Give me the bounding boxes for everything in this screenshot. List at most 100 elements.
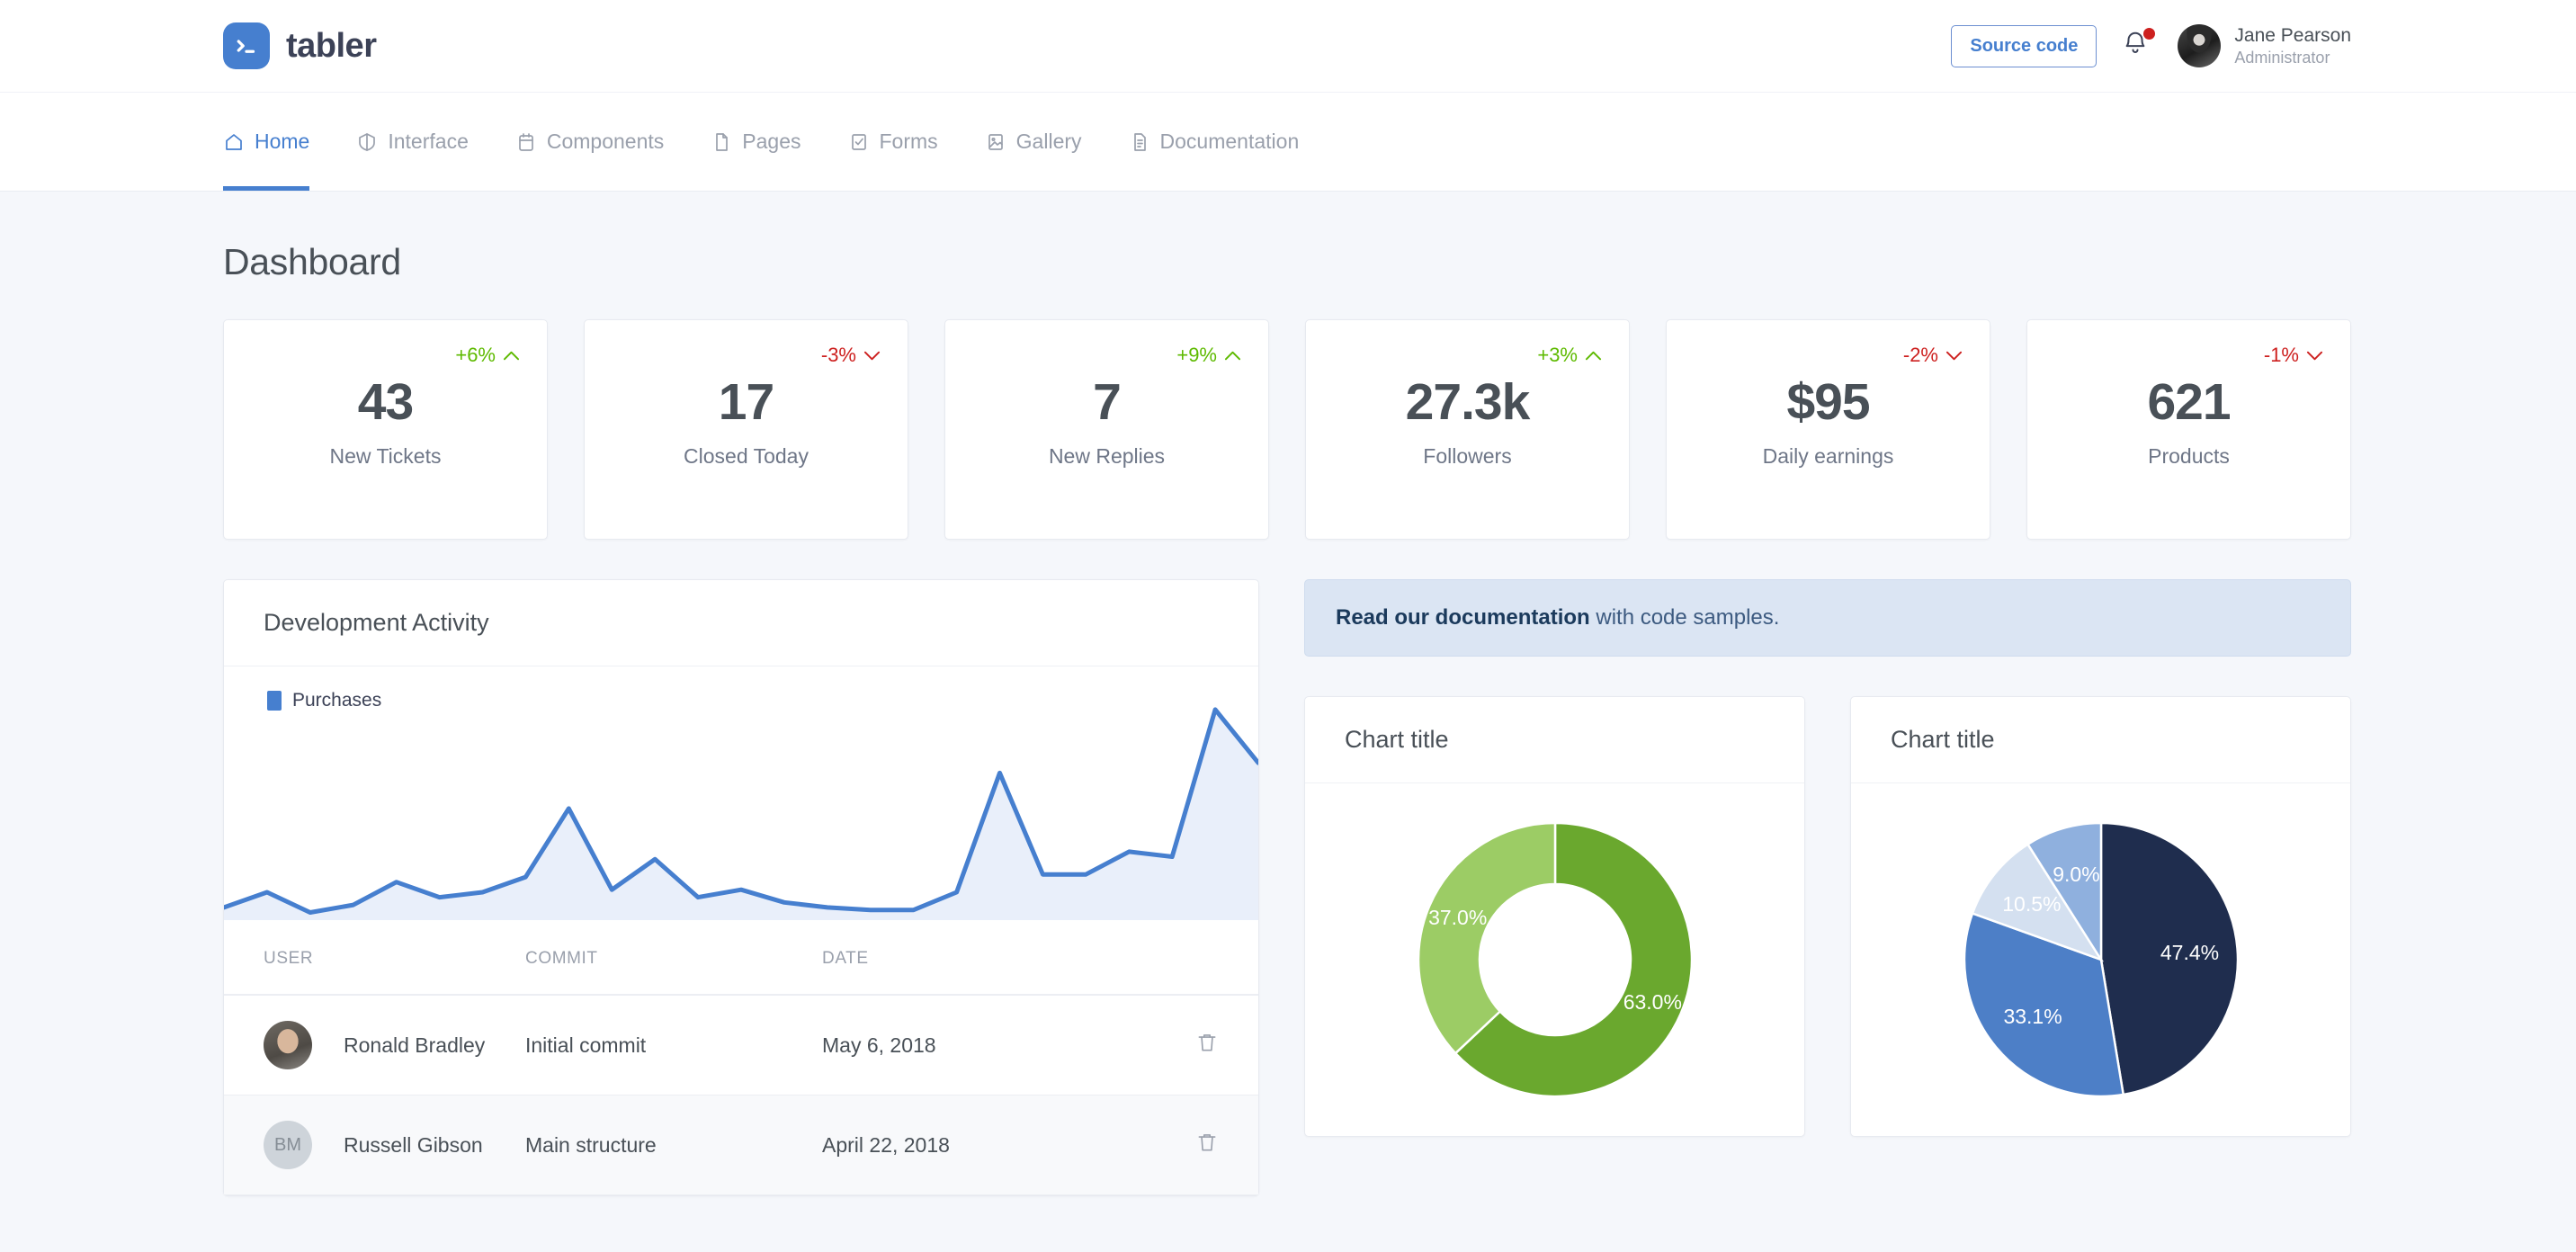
user-menu[interactable]: Jane Pearson Administrator <box>2178 24 2351 68</box>
donut-chart-svg: 63.0% 37.0% <box>1417 821 1693 1098</box>
cell-actions <box>1074 1095 1258 1195</box>
column-header-user: USER <box>224 920 516 996</box>
delete-row-button[interactable] <box>1195 1030 1219 1060</box>
brand-name: tabler <box>286 26 377 65</box>
stat-card-followers: +3% 27.3k Followers <box>1305 319 1630 540</box>
cell-user: BM Russell Gibson <box>224 1095 516 1195</box>
card-header: Development Activity <box>224 580 1258 666</box>
delta-value: -1% <box>2263 344 2299 366</box>
svg-text:37.0%: 37.0% <box>1428 906 1487 929</box>
cell-date: May 6, 2018 <box>813 995 1074 1096</box>
nav-label: Components <box>546 130 665 153</box>
image-icon <box>988 133 1003 150</box>
chart-legend: Purchases <box>267 690 381 711</box>
stat-card-products: -1% 621 Products <box>2026 319 2351 540</box>
stat-label: Products <box>2148 444 2230 468</box>
status-badge: -1% <box>2264 344 2323 367</box>
pie-chart-svg: 47.4% 33.1% 10.5% 9.0% <box>1963 821 2239 1098</box>
cell-commit: Main structure <box>516 1095 813 1195</box>
commits-table: USER COMMIT DATE Ronald Bradley Initial … <box>224 920 1258 1195</box>
svg-text:63.0%: 63.0% <box>1623 990 1681 1014</box>
cell-user: Ronald Bradley <box>224 995 516 1096</box>
app-header: tabler Source code Jane Pearson Administ… <box>0 0 2576 93</box>
pie-chart-body: 47.4% 33.1% 10.5% 9.0% <box>1851 783 2350 1136</box>
table-row[interactable]: Ronald Bradley Initial commit May 6, 201… <box>224 995 1258 1096</box>
nav-label: Interface <box>388 130 469 153</box>
donut-chart-body: 63.0% 37.0% <box>1305 783 1804 1136</box>
stat-value: 43 <box>357 373 414 431</box>
user-name: Jane Pearson <box>2234 24 2351 46</box>
column-header-actions <box>1074 920 1258 996</box>
file-icon <box>716 132 729 151</box>
stat-value: 27.3k <box>1405 373 1531 431</box>
nav-item-interface[interactable]: Interface <box>333 93 492 191</box>
page-content: Dashboard +6% 43 New Tickets -3% 17 Clos… <box>0 192 2576 1196</box>
status-badge: +9% <box>1176 344 1241 367</box>
stat-card-new-tickets: +6% 43 New Tickets <box>223 319 548 540</box>
main-navigation: Home Interface Components Pages Forms Ga… <box>0 93 2576 192</box>
calendar-icon <box>519 132 533 151</box>
stat-label: Daily earnings <box>1762 444 1894 468</box>
user-role: Administrator <box>2234 48 2330 67</box>
delta-value: +9% <box>1176 344 1217 366</box>
nav-label: Home <box>255 130 310 153</box>
documentation-alert: Read our documentation with code samples… <box>1304 579 2351 657</box>
nav-label: Gallery <box>1015 130 1082 153</box>
status-badge: +3% <box>1537 344 1602 367</box>
table-header-row: USER COMMIT DATE <box>224 920 1258 996</box>
page-title: Dashboard <box>223 241 401 282</box>
svg-text:9.0%: 9.0% <box>2053 863 2099 886</box>
chevron-up-icon <box>1224 351 1241 360</box>
nav-label: Pages <box>742 130 801 153</box>
alert-link[interactable]: Read our documentation <box>1336 605 1590 630</box>
nav-item-components[interactable]: Components <box>492 93 687 191</box>
chevron-up-icon <box>503 351 520 360</box>
source-code-button[interactable]: Source code <box>1951 24 2097 67</box>
right-column: Read our documentation with code samples… <box>1304 579 2351 1196</box>
nav-label: Forms <box>879 130 938 153</box>
nav-item-documentation[interactable]: Documentation <box>1105 93 1323 191</box>
cell-commit: Initial commit <box>516 995 813 1096</box>
trash-icon <box>1198 1034 1216 1051</box>
user-name: Russell Gibson <box>344 1132 483 1157</box>
document-icon <box>1133 132 1146 151</box>
cell-date: April 22, 2018 <box>813 1095 1074 1195</box>
brand[interactable]: tabler <box>223 22 377 69</box>
legend-label: Purchases <box>292 690 382 711</box>
status-badge: +6% <box>455 344 520 367</box>
stat-card-closed-today: -3% 17 Closed Today <box>584 319 908 540</box>
table-row[interactable]: BM Russell Gibson Main structure April 2… <box>224 1095 1258 1195</box>
nav-list: Home Interface Components Pages Forms Ga… <box>223 93 1322 191</box>
svg-text:10.5%: 10.5% <box>2002 892 2061 916</box>
chevron-up-icon <box>1585 351 1602 360</box>
avatar <box>264 1021 312 1069</box>
card-header: Chart title <box>1305 697 1804 783</box>
activity-area-chart: Purchases <box>224 666 1258 920</box>
nav-item-home[interactable]: Home <box>223 93 333 191</box>
charts-row: Chart title 63.0% 37.0% Chart title 47.4%… <box>1304 696 2351 1137</box>
stat-value: 7 <box>1093 373 1122 431</box>
status-badge: -3% <box>821 344 881 367</box>
box-icon <box>359 132 376 151</box>
terminal-prompt-icon <box>223 22 270 69</box>
donut-chart-card: Chart title 63.0% 37.0% <box>1304 696 1805 1137</box>
chevron-down-icon <box>1945 351 1963 360</box>
svg-text:47.4%: 47.4% <box>2160 941 2218 964</box>
nav-item-forms[interactable]: Forms <box>825 93 962 191</box>
nav-item-pages[interactable]: Pages <box>687 93 824 191</box>
column-header-date: DATE <box>813 920 1074 996</box>
cell-actions <box>1074 995 1258 1096</box>
card-title: Development Activity <box>264 609 489 636</box>
notification-badge <box>2143 28 2156 40</box>
nav-item-gallery[interactable]: Gallery <box>962 93 1105 191</box>
notifications-button[interactable] <box>2122 28 2156 63</box>
stat-card-daily-earnings: -2% $95 Daily earnings <box>1666 319 1990 540</box>
stat-value: $95 <box>1786 373 1870 431</box>
svg-text:33.1%: 33.1% <box>2003 1005 2062 1028</box>
delete-row-button[interactable] <box>1195 1130 1219 1160</box>
dashboard-lower-grid: Development Activity Purchases USER COMM… <box>223 579 2351 1196</box>
trash-icon <box>1198 1134 1216 1151</box>
column-header-commit: COMMIT <box>516 920 813 996</box>
nav-label: Documentation <box>1159 130 1300 153</box>
activity-column: Development Activity Purchases USER COMM… <box>223 579 1259 1196</box>
